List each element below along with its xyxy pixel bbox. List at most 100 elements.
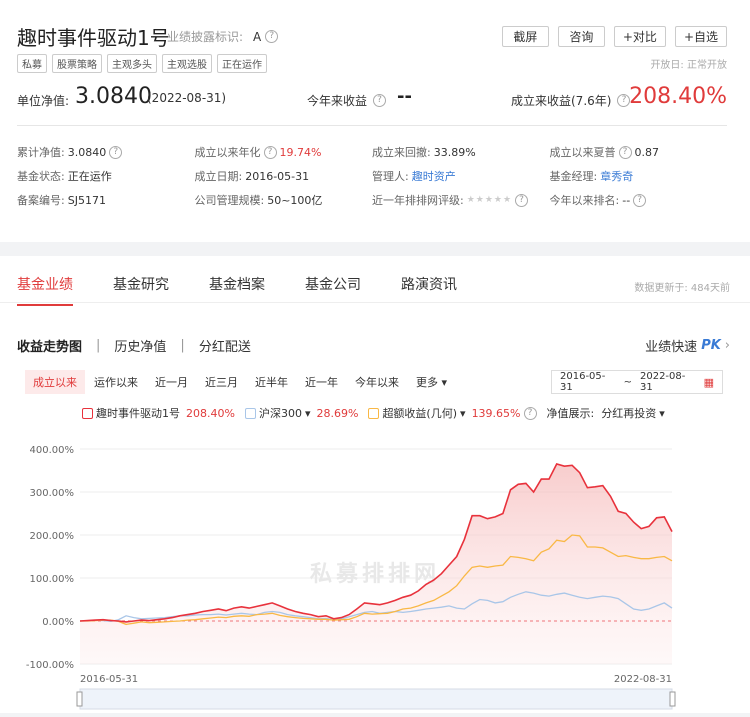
info-cell: 基金状态: 正在运作 [17, 164, 195, 188]
checkbox-icon [82, 407, 93, 419]
info-cell: 管理人: 趣时资产 [372, 164, 550, 188]
legend-excess[interactable]: 超额收益(几何) ▾ 139.65% ? [368, 405, 537, 421]
help-icon[interactable]: ? [618, 145, 632, 159]
info-key: 累计净值: [17, 146, 65, 159]
info-cell: 基金经理: 章秀奇 [550, 164, 728, 188]
range-handle-right[interactable] [669, 691, 676, 707]
range-1y[interactable]: 近一年 [297, 370, 346, 394]
nav-label: 单位净值: [17, 94, 70, 108]
legend-fund[interactable]: 趣时事件驱动1号 208.40% [82, 405, 235, 421]
subtab-dividend[interactable]: 分红配送 [199, 336, 251, 355]
tag: 正在运作 [217, 54, 267, 73]
info-cell: 累计净值: 3.0840? [17, 140, 195, 164]
info-cell: 今年以来排名: --? [550, 188, 728, 212]
info-value[interactable]: 趣时资产 [412, 168, 456, 184]
since-inception-value: 208.40% [629, 84, 727, 109]
subtab-return-chart[interactable]: 收益走势图 [17, 336, 82, 355]
info-value: 3.0840 [67, 145, 107, 159]
help-icon[interactable]: ? [109, 145, 123, 159]
range-1m[interactable]: 近一月 [147, 370, 196, 394]
legend-excess-pct: 139.65% [471, 406, 521, 420]
info-value[interactable]: 章秀奇 [600, 168, 633, 184]
subtab-history-nav[interactable]: 历史净值 [114, 336, 166, 355]
info-cell: 近一年排排网评级: ★★★★★? [372, 188, 550, 212]
caret-down-icon: ▾ [659, 406, 665, 420]
disclosure-value: A [253, 29, 262, 44]
legend-index-pct: 28.69% [316, 406, 359, 420]
nav-value: 3.0840 [75, 84, 152, 109]
watchlist-button[interactable]: +自选 [674, 26, 727, 47]
help-icon[interactable]: ? [515, 193, 529, 207]
y-tick-label: 0.00% [42, 617, 74, 628]
disclosure-tag: 业绩披露标识: A ? [167, 28, 279, 45]
fund-tags: 私募 股票策略 主观多头 主观选股 正在运作 [17, 54, 267, 73]
action-buttons: 截屏 咨询 +对比 +自选 [501, 26, 727, 47]
range-ytd[interactable]: 今年以来 [347, 370, 407, 394]
info-cell: 备案编号: SJ5171 [17, 188, 195, 212]
info-key: 基金经理: [549, 170, 598, 183]
fund-info-grid: 累计净值: 3.0840? 成立以来年化? 19.74% 成立来回撤: 33.89% 成立以… [17, 140, 727, 212]
legend-index-name: 沪深300 [258, 407, 302, 420]
info-value: 0.87 [634, 145, 660, 159]
divider [0, 302, 750, 303]
nav-display-value: 分红再投资 [601, 407, 657, 420]
data-updated: 数据更新于: 484天前 [634, 283, 730, 294]
compare-button[interactable]: +对比 [613, 26, 666, 47]
screenshot-button[interactable]: 截屏 [501, 26, 549, 47]
range-navigator [79, 688, 673, 710]
caret-down-icon[interactable]: ▾ [460, 407, 466, 420]
help-icon[interactable]: ? [263, 145, 277, 159]
date-end: 2022-08-31 [639, 371, 686, 393]
legend-fund-name: 趣时事件驱动1号 [96, 407, 180, 420]
range-handle-left[interactable] [76, 691, 83, 707]
nav-date: (2022-08-31) [147, 91, 227, 105]
time-range-selector: 成立以来 运作以来 近一月 近三月 近半年 近一年 今年以来 更多 ▾ [25, 370, 456, 394]
range-6m[interactable]: 近半年 [247, 370, 296, 394]
info-row: 备案编号: SJ5171 公司管理规模: 50~100亿 近一年排排网评级: ★★★★★?… [17, 188, 727, 212]
range-since-inception[interactable]: 成立以来 [25, 370, 85, 394]
info-key: 今年以来排名: [549, 194, 620, 207]
date-start: 2016-05-31 [560, 371, 606, 393]
consult-button[interactable]: 咨询 [557, 26, 605, 47]
info-key: 公司管理规模: [194, 194, 265, 207]
range-since-operation[interactable]: 运作以来 [86, 370, 146, 394]
legend-excess-name: 超额收益(几何) [382, 407, 458, 420]
disclosure-label: 业绩披露标识: [167, 30, 244, 44]
info-value: 50~100亿 [267, 194, 323, 207]
fund-title: 趣时事件驱动1号 [17, 26, 170, 50]
open-day: 开放日: 正常开放 [650, 60, 727, 71]
nav-row: 单位净值: 3.0840 (2022-08-31) 今年来收益 ? -- 成立来… [17, 84, 727, 112]
date-range-picker[interactable]: 2016-05-31 ~ 2022-08-31 ▦ [551, 370, 723, 394]
info-cell: 成立以来年化? 19.74% [195, 140, 373, 164]
caret-down-icon[interactable]: ▾ [305, 407, 311, 420]
help-icon[interactable]: ? [265, 30, 279, 43]
range-more[interactable]: 更多 ▾ [408, 370, 455, 394]
help-icon[interactable]: ? [633, 193, 647, 207]
range-3m[interactable]: 近三月 [197, 370, 246, 394]
return-chart: 400.00% 300.00% 200.00% 100.00% 0.00% -100.00… [0, 431, 750, 713]
info-key: 备案编号: [17, 194, 65, 207]
info-cell: 成立以来夏普? 0.87 [550, 140, 728, 164]
info-key: 成立以来夏普 [549, 146, 616, 159]
help-icon[interactable]: ? [373, 94, 387, 107]
y-tick-label: 100.00% [30, 574, 75, 585]
info-cell: 成立来回撤: 33.89% [372, 140, 550, 164]
divider [17, 125, 727, 126]
separator: | [180, 338, 185, 353]
info-value: -- [622, 193, 631, 207]
performance-card: 基金业绩 基金研究 基金档案 基金公司 路演资讯 数据更新于: 484天前 收益… [0, 256, 750, 713]
info-key: 成立日期: [194, 170, 243, 183]
rating-stars-icon: ★★★★★ [466, 195, 513, 205]
tag: 私募 [17, 54, 47, 73]
pk-badge: PK [701, 338, 721, 353]
nav-display-selector[interactable]: 净值展示: 分红再投资 ▾ [547, 405, 665, 421]
info-key: 管理人: [372, 170, 409, 183]
quick-pk-link[interactable]: 业绩快速 PK › [645, 336, 730, 355]
date-separator: ~ [623, 376, 632, 388]
watermark: 私募排排网 [310, 562, 440, 587]
help-icon[interactable]: ? [523, 406, 537, 420]
info-cell: 公司管理规模: 50~100亿 [195, 188, 373, 212]
fund-header-card: 趣时事件驱动1号 业绩披露标识: A ? 截屏 咨询 +对比 +自选 私募 股票… [0, 0, 750, 242]
legend-index[interactable]: 沪深300 ▾ 28.69% [244, 405, 359, 421]
tag: 主观多头 [107, 54, 157, 73]
